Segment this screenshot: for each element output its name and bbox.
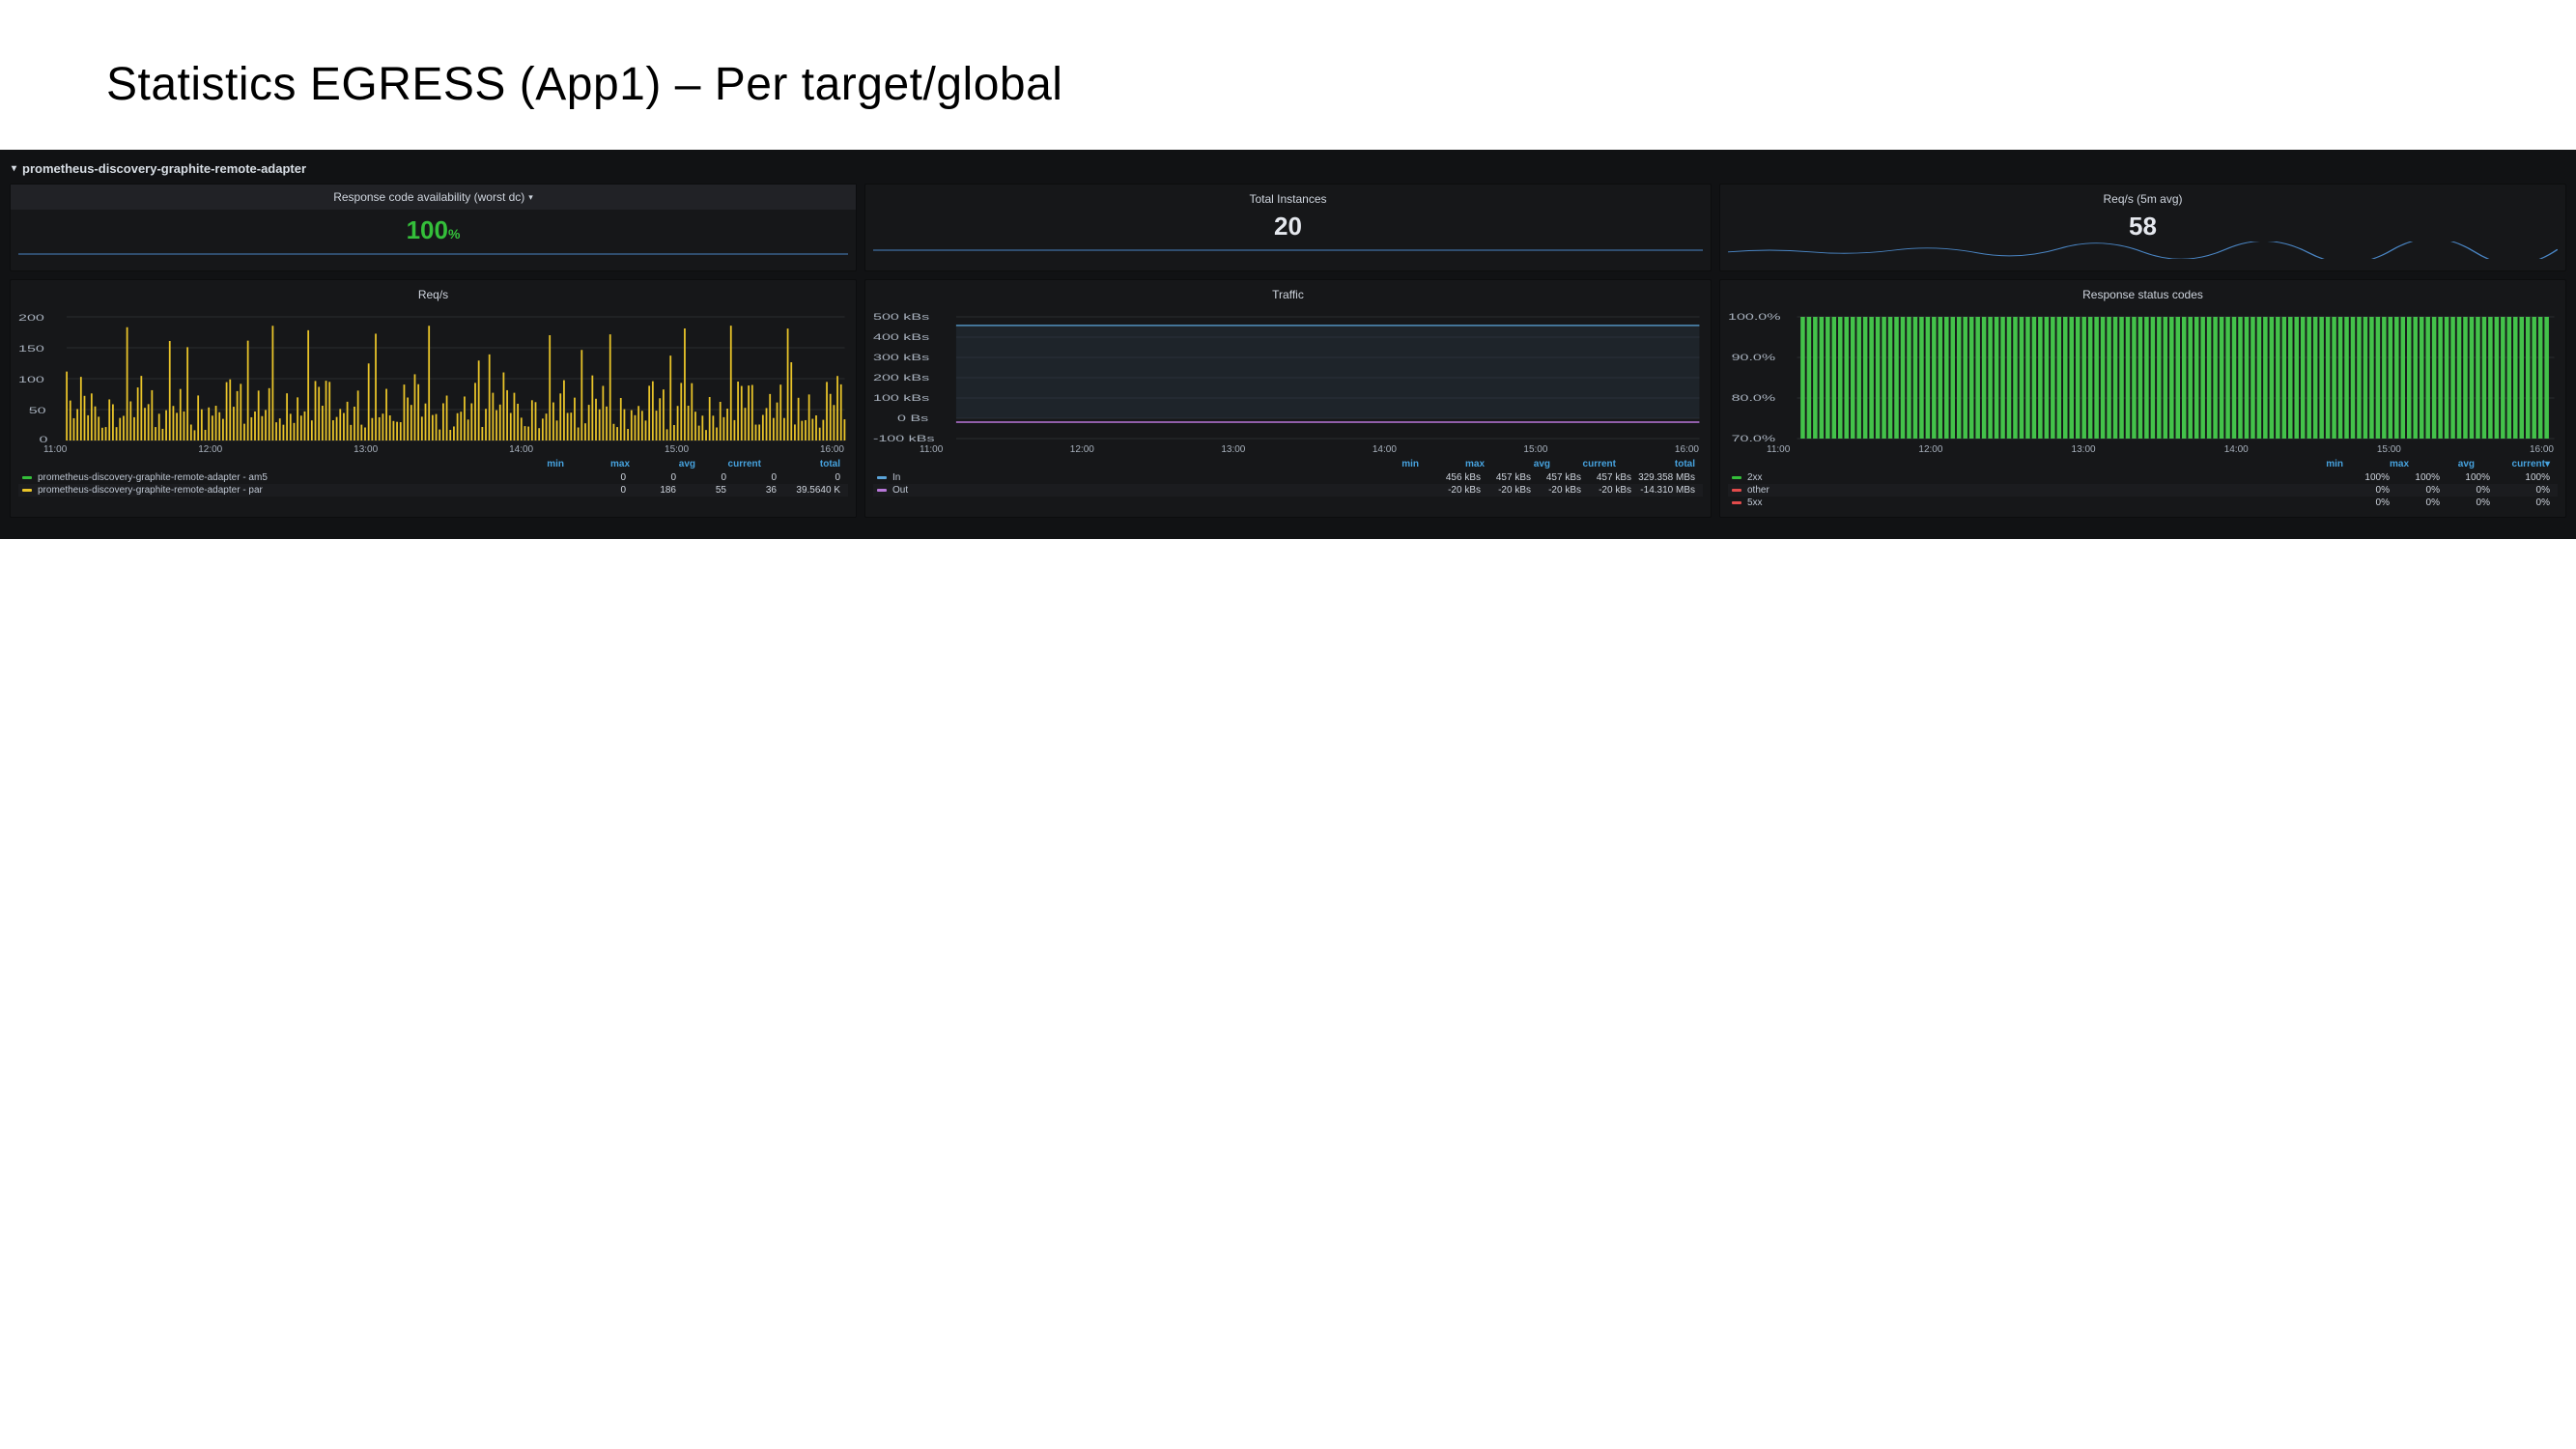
svg-text:500 kBs: 500 kBs (873, 312, 930, 322)
svg-text:200 kBs: 200 kBs (873, 373, 930, 383)
panel-traffic[interactable]: Traffic 500 kBs 400 kBs 300 kBs (864, 279, 1712, 518)
chart-traffic: 500 kBs 400 kBs 300 kBs 200 kBs 100 kBs … (873, 307, 1703, 455)
legend-item[interactable]: In 456 kBs 457 kBs 457 kBs 457 kBs 329.3… (873, 471, 1703, 484)
panel-title-instances: Total Instances (873, 190, 1703, 212)
series-swatch-icon (22, 476, 32, 479)
legend-header-reqs: min max avg current total (18, 455, 848, 471)
panel-title-reqs-avg: Req/s (5m avg) (1728, 190, 2558, 212)
row-header-label: prometheus-discovery-graphite-remote-ada… (22, 161, 306, 176)
series-swatch-icon (877, 476, 887, 479)
legend-header-status: min max avg current▾ (1728, 455, 2558, 471)
legend-reqs: prometheus-discovery-graphite-remote-ada… (18, 471, 848, 497)
series-swatch-icon (877, 489, 887, 492)
series-swatch-icon (1732, 489, 1741, 492)
panel-title-status: Response status codes (1728, 286, 2558, 307)
panel-title-traffic: Traffic (873, 286, 1703, 307)
chevron-down-icon: ▾ (12, 163, 16, 174)
sparkline-instances (873, 242, 1703, 259)
series-name: prometheus-discovery-graphite-remote-ada… (38, 485, 576, 496)
legend-item[interactable]: 5xx 0% 0% 0% 0% (1728, 497, 2558, 509)
row-header[interactable]: ▾ prometheus-discovery-graphite-remote-a… (10, 157, 2566, 184)
sparkline-reqs-avg (1728, 242, 2558, 259)
panel-instances[interactable]: Total Instances 20 (864, 184, 1712, 271)
chart-status-xticks: 11:0012:0013:0014:0015:0016:00 (1728, 442, 2558, 455)
chart-status-svg: 100.0% 90.0% 80.0% 70.0% (1728, 307, 2558, 442)
instances-value: 20 (873, 212, 1703, 242)
svg-text:0: 0 (39, 435, 47, 442)
svg-text:-100 kBs: -100 kBs (873, 434, 935, 442)
series-name: 5xx (1747, 497, 2339, 508)
series-name: In (892, 472, 1430, 483)
svg-text:150: 150 (18, 344, 44, 354)
legend-item[interactable]: prometheus-discovery-graphite-remote-ada… (18, 471, 848, 484)
chart-traffic-xticks: 11:0012:0013:0014:0015:0016:00 (873, 442, 1703, 455)
caret-down-icon: ▾ (528, 192, 533, 203)
series-swatch-icon (1732, 476, 1741, 479)
panel-title-availability[interactable]: Response code availability (worst dc) ▾ (11, 185, 856, 210)
svg-text:300 kBs: 300 kBs (873, 353, 930, 362)
panel-title-text: Response code availability (worst dc) (333, 190, 524, 204)
grafana-dashboard: ▾ prometheus-discovery-graphite-remote-a… (0, 150, 2576, 539)
chart-reqs: 200 150 100 50 0 11:0012:0013:0014:0015:… (18, 307, 848, 455)
availability-value: 100% (18, 215, 848, 245)
svg-text:100.0%: 100.0% (1728, 312, 1781, 322)
series-name: prometheus-discovery-graphite-remote-ada… (38, 472, 576, 483)
series-swatch-icon (1732, 501, 1741, 504)
panel-reqs-avg[interactable]: Req/s (5m avg) 58 (1719, 184, 2566, 271)
legend-traffic: In 456 kBs 457 kBs 457 kBs 457 kBs 329.3… (873, 471, 1703, 497)
chart-reqs-svg: 200 150 100 50 0 (18, 307, 848, 442)
svg-text:100 kBs: 100 kBs (873, 393, 930, 403)
legend-item[interactable]: 2xx 100% 100% 100% 100% (1728, 471, 2558, 484)
series-name: Out (892, 485, 1430, 496)
panel-status[interactable]: Response status codes 100.0% 90.0% 80.0%… (1719, 279, 2566, 518)
legend-header-traffic: min max avg current total (873, 455, 1703, 471)
series-name: 2xx (1747, 472, 2339, 483)
panel-reqs[interactable]: Req/s 200 150 100 50 0 (10, 279, 857, 518)
svg-text:100: 100 (18, 375, 44, 384)
sparkline-availability (18, 245, 848, 263)
legend-item[interactable]: Out -20 kBs -20 kBs -20 kBs -20 kBs -14.… (873, 484, 1703, 497)
reqs-avg-value: 58 (1728, 212, 2558, 242)
legend-item[interactable]: other 0% 0% 0% 0% (1728, 484, 2558, 497)
chart-status: 100.0% 90.0% 80.0% 70.0% 11:0012:0013:00… (1728, 307, 2558, 455)
chart-reqs-xticks: 11:0012:0013:0014:0015:0016:00 (18, 442, 848, 455)
legend-status: 2xx 100% 100% 100% 100% other 0% 0% 0% 0… (1728, 471, 2558, 509)
legend-item[interactable]: prometheus-discovery-graphite-remote-ada… (18, 484, 848, 497)
svg-text:50: 50 (29, 406, 46, 415)
series-swatch-icon (22, 489, 32, 492)
series-name: other (1747, 485, 2339, 496)
svg-text:70.0%: 70.0% (1732, 434, 1776, 442)
panel-title-reqs: Req/s (18, 286, 848, 307)
panel-availability[interactable]: Response code availability (worst dc) ▾ … (10, 184, 857, 271)
svg-text:80.0%: 80.0% (1732, 393, 1776, 403)
chart-row: Req/s 200 150 100 50 0 (10, 279, 2566, 518)
svg-text:90.0%: 90.0% (1732, 353, 1776, 362)
stat-row: Response code availability (worst dc) ▾ … (10, 184, 2566, 271)
svg-text:200: 200 (18, 313, 44, 323)
chart-traffic-svg: 500 kBs 400 kBs 300 kBs 200 kBs 100 kBs … (873, 307, 1703, 442)
svg-text:400 kBs: 400 kBs (873, 332, 930, 342)
header-current-sort[interactable]: current▾ (2496, 459, 2550, 469)
svg-text:0 Bs: 0 Bs (897, 413, 929, 423)
slide-title: Statistics EGRESS (App1) – Per target/gl… (106, 58, 2576, 111)
